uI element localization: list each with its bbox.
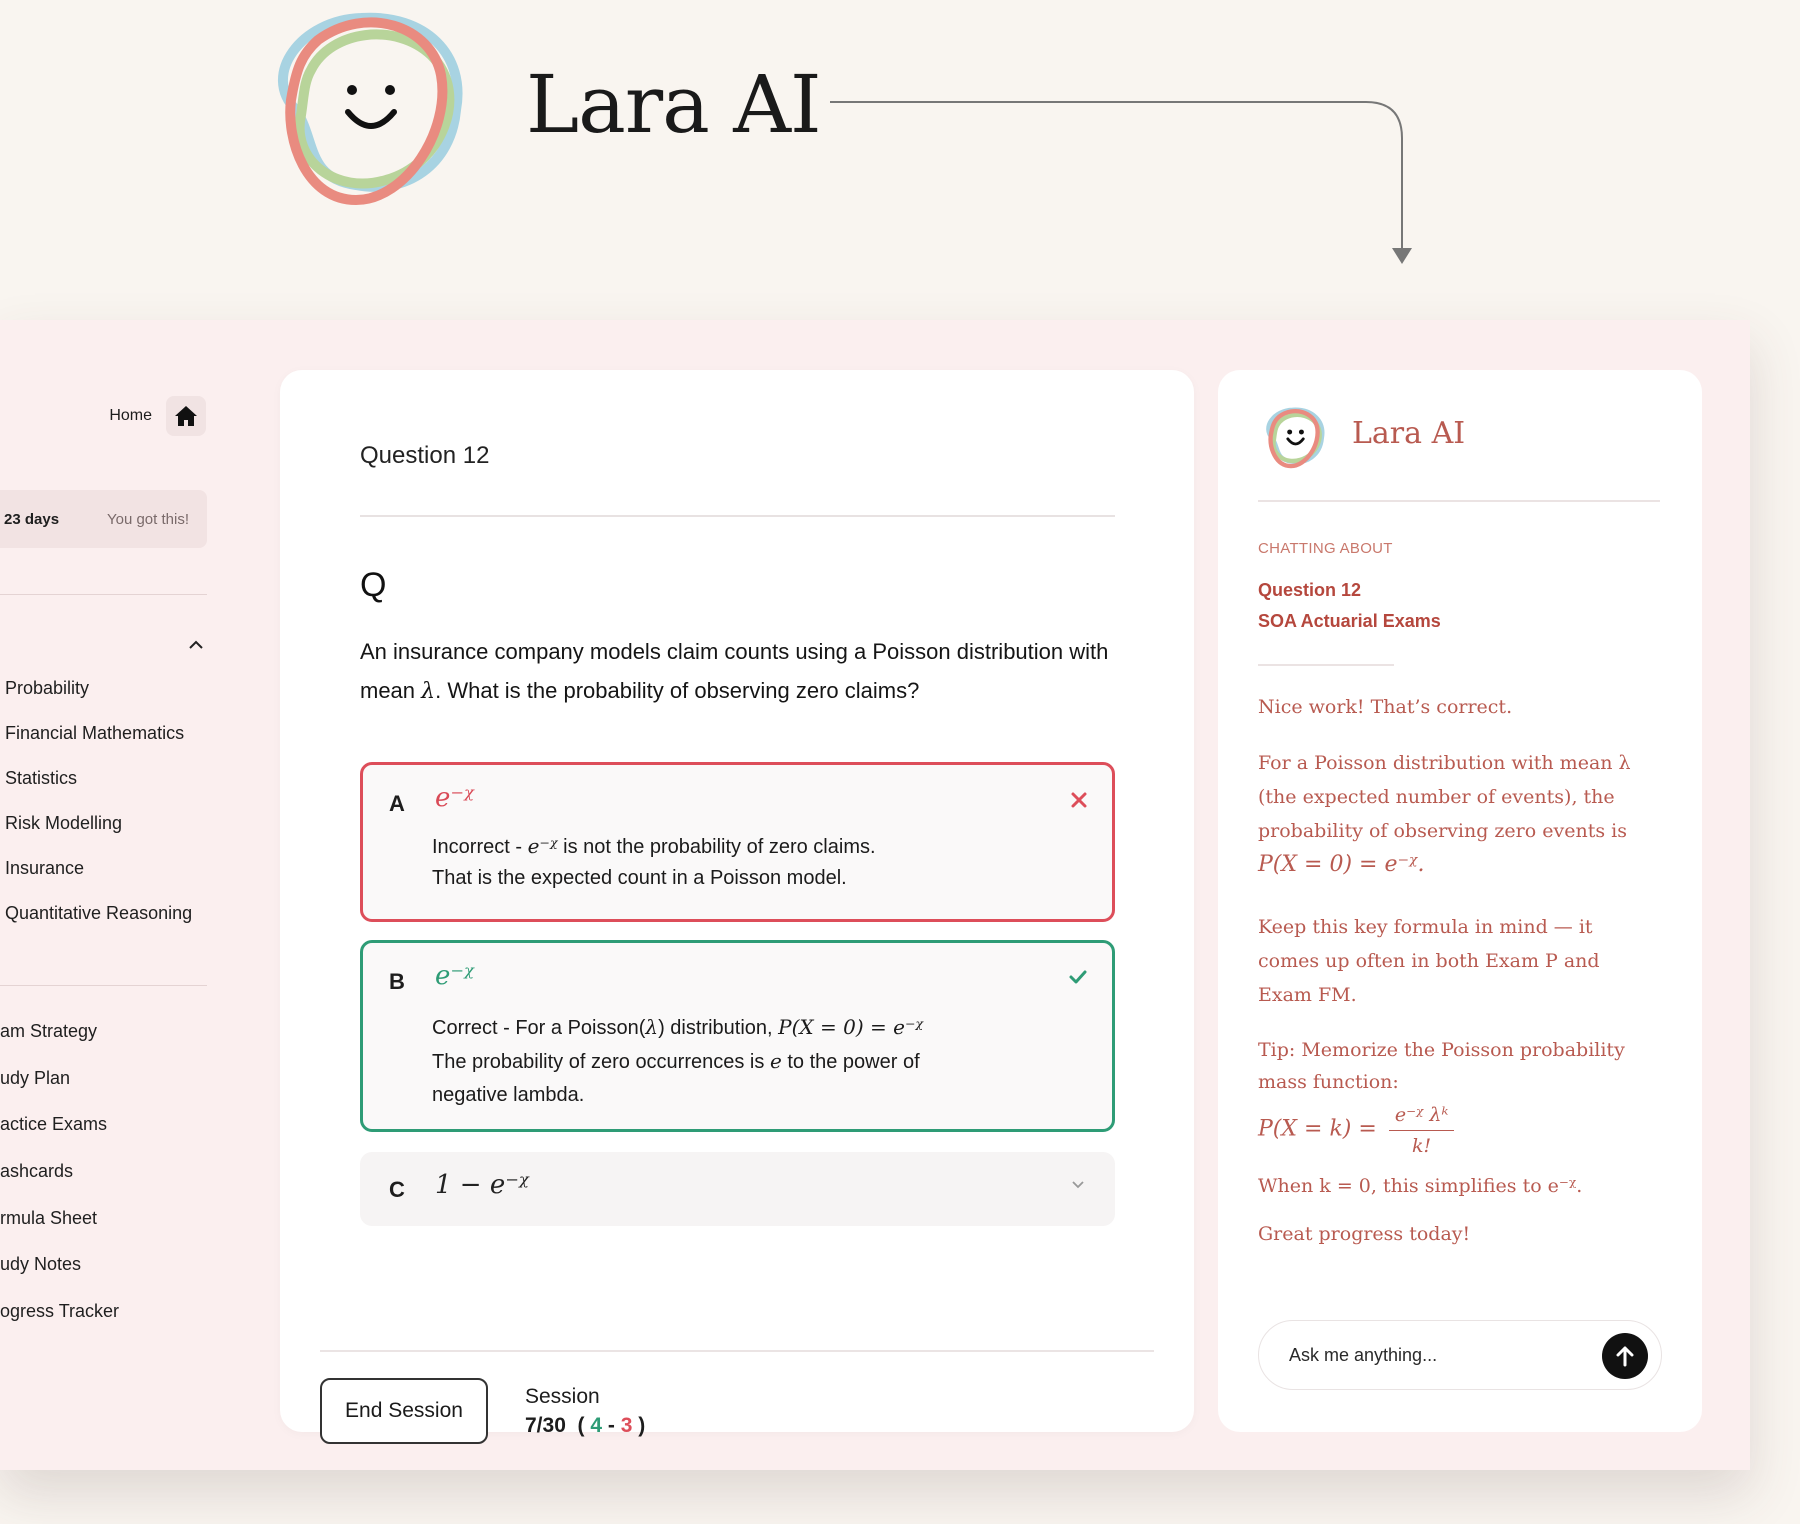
connector-arrow-icon xyxy=(830,101,1412,264)
option-letter: A xyxy=(389,791,405,816)
answer-option-c[interactable]: C 1 − e⁻ᵡ xyxy=(360,1152,1115,1226)
sidebar-item-quantitative-reasoning[interactable]: Quantitative Reasoning xyxy=(0,891,192,936)
question-card: Question 12 Q An insurance company model… xyxy=(280,370,1194,1444)
sidebar: Home 23 days You got this! Probability F… xyxy=(0,320,210,1470)
sidebar-item-financial-mathematics[interactable]: Financial Mathematics xyxy=(0,711,192,756)
chevron-down-icon[interactable] xyxy=(1071,1180,1085,1189)
sidebar-item-study-plan[interactable]: udy Plan xyxy=(0,1055,119,1102)
feedback-math: λ xyxy=(645,1015,659,1039)
incorrect-count: 3 xyxy=(620,1414,633,1437)
sidebar-item-statistics[interactable]: Statistics xyxy=(0,756,192,801)
tools-list: am Strategy udy Plan actice Exams ashcar… xyxy=(0,1008,119,1335)
option-value: e⁻ᵡ xyxy=(435,961,475,991)
lara-logo xyxy=(278,12,463,206)
lara-logo xyxy=(1266,407,1325,469)
question-number: Question 12 xyxy=(360,442,490,469)
home-icon xyxy=(175,406,197,426)
question-text-part: . What is the probability of observing z… xyxy=(435,678,920,703)
option-letter: C xyxy=(389,1177,405,1202)
progress-count: 7/30 xyxy=(525,1414,566,1437)
sidebar-item-progress-tracker[interactable]: ogress Tracker xyxy=(0,1288,119,1335)
sidebar-item-insurance[interactable]: Insurance xyxy=(0,846,192,891)
lambda-symbol: λ xyxy=(421,679,436,704)
feedback-text: ) distribution, xyxy=(658,1017,779,1039)
correct-count: 4 xyxy=(590,1414,603,1437)
chat-message-text: Tip: Memorize the Poisson probability ma… xyxy=(1258,1039,1625,1093)
chat-panel: Lara AI CHATTING ABOUT Question 12 SOA A… xyxy=(1218,370,1702,1432)
chat-message: Nice work! That’s correct. For a Poisson… xyxy=(1258,690,1658,1251)
option-value: e⁻ᵡ xyxy=(435,783,475,813)
option-value: 1 − e⁻ᵡ xyxy=(435,1170,529,1200)
sidebar-item-practice-exams[interactable]: actice Exams xyxy=(0,1101,119,1148)
correct-check-icon xyxy=(1069,970,1087,984)
option-letter: B xyxy=(389,969,405,994)
option-feedback: Correct - For a Poisson(λ) distribution,… xyxy=(432,1011,923,1112)
send-button[interactable] xyxy=(1602,1333,1648,1379)
feedback-math: P(X = 0) = e⁻ᵡ xyxy=(778,1015,924,1039)
pmf-numerator: e⁻ᵡ λᵏ xyxy=(1388,1100,1455,1131)
question-divider xyxy=(360,515,1115,517)
chat-message-text: Great progress today! xyxy=(1258,1223,1471,1245)
app-window: Home 23 days You got this! Probability F… xyxy=(0,320,1750,1470)
arrow-up-icon xyxy=(1616,1346,1634,1367)
session-counts: 7/30 ( 4 - 3 ) xyxy=(525,1414,646,1437)
feedback-label: Correct - For a Poisson( xyxy=(432,1017,646,1039)
streak-days: 23 days xyxy=(4,510,60,528)
feedback-math: e⁻ᵡ xyxy=(527,834,558,858)
chevron-up-icon[interactable] xyxy=(188,640,204,650)
pmf-denominator: k! xyxy=(1412,1135,1432,1157)
chat-message-text: Nice work! That’s correct. xyxy=(1258,696,1513,718)
session-progress: Session 7/30 ( 4 - 3 ) xyxy=(525,1382,645,1440)
footer-divider xyxy=(320,1350,1154,1352)
home-label: Home xyxy=(109,407,152,424)
feedback-text: to the power of xyxy=(781,1051,920,1073)
question-marker: Q xyxy=(360,566,387,604)
session-label: Session xyxy=(525,1385,600,1408)
feedback-text: The probability of zero occurrences is xyxy=(432,1051,770,1073)
feedback-math: e xyxy=(769,1049,782,1073)
streak-message: You got this! xyxy=(106,510,189,528)
streak-badge: 23 days You got this! xyxy=(0,490,207,548)
sidebar-item-probability[interactable]: Probability xyxy=(0,666,192,711)
sidebar-item-flashcards[interactable]: ashcards xyxy=(0,1148,119,1195)
feedback-label: Incorrect - xyxy=(432,836,528,858)
chat-formula: P(X = 0) = e⁻ᵡ. xyxy=(1258,852,1425,877)
option-feedback: Incorrect - e⁻ᵡ is not the probability o… xyxy=(432,831,876,894)
chat-context-question[interactable]: Question 12 xyxy=(1258,580,1361,601)
chat-context-label: CHATTING ABOUT xyxy=(1258,540,1393,557)
feedback-text: That is the expected count in a Poisson … xyxy=(432,867,847,889)
sidebar-divider xyxy=(0,985,207,986)
chat-formula-pmf: P(X = k) = e⁻ᵡ λᵏ k! xyxy=(1258,1100,1658,1161)
pmf-lhs: P(X = k) = xyxy=(1258,1116,1377,1142)
chat-divider xyxy=(1258,664,1394,666)
chat-context-exam[interactable]: SOA Actuarial Exams xyxy=(1258,611,1441,632)
end-session-button[interactable]: End Session xyxy=(320,1378,488,1444)
chat-message-text: When k = 0, this simplifies to e⁻ᵡ. xyxy=(1258,1175,1583,1197)
sidebar-item-study-notes[interactable]: udy Notes xyxy=(0,1241,119,1288)
chat-divider xyxy=(1258,500,1660,502)
sidebar-item-exam-strategy[interactable]: am Strategy xyxy=(0,1008,119,1055)
pmf-fraction: e⁻ᵡ λᵏ k! xyxy=(1388,1100,1455,1161)
answer-option-a[interactable]: A e⁻ᵡ Incorrect - e⁻ᵡ is not the probabi… xyxy=(360,762,1115,922)
question-text: An insurance company models claim counts… xyxy=(360,632,1130,711)
topic-list: Probability Financial Mathematics Statis… xyxy=(0,666,192,936)
sidebar-divider xyxy=(0,594,207,595)
chat-message-text: For a Poisson distribution with mean λ (… xyxy=(1258,752,1631,842)
feedback-text: negative lambda. xyxy=(432,1084,585,1106)
incorrect-x-icon xyxy=(1071,792,1087,808)
chat-title: Lara AI xyxy=(1352,416,1466,451)
answer-option-b[interactable]: B e⁻ᵡ Correct - For a Poisson(λ) distrib… xyxy=(360,940,1115,1132)
home-nav[interactable]: Home xyxy=(109,396,206,436)
feedback-text: is not the probability of zero claims. xyxy=(557,836,876,858)
home-button[interactable] xyxy=(166,396,206,436)
chat-message-text: Keep this key formula in mind — it comes… xyxy=(1258,916,1600,1006)
sidebar-item-risk-modelling[interactable]: Risk Modelling xyxy=(0,801,192,846)
hero-title: Lara AI xyxy=(526,58,822,151)
sidebar-item-formula-sheet[interactable]: rmula Sheet xyxy=(0,1195,119,1242)
